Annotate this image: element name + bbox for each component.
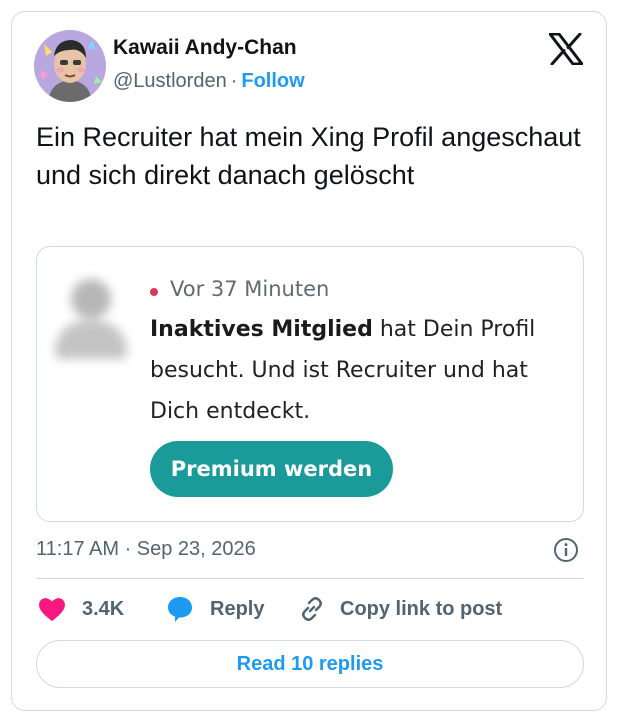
member-name: Inaktives Mitglied (150, 317, 373, 342)
read-replies-button[interactable]: Read 10 replies (36, 640, 584, 688)
blurred-profile-picture (49, 275, 131, 361)
link-icon (302, 597, 322, 621)
premium-button: Premium werden (150, 441, 393, 497)
copy-link-label: Copy link to post (340, 597, 503, 620)
attached-image[interactable]: Vor 37 Minuten Inaktives Mitglied hat De… (36, 246, 584, 522)
info-icon[interactable] (553, 537, 579, 563)
author-handle-row: @Lustlorden · Follow (113, 70, 305, 93)
like-button[interactable]: 3.4K (38, 594, 124, 624)
tweet-timestamp[interactable]: 11:17 AM · Sep 23, 2026 (36, 538, 256, 561)
heart-icon (39, 598, 65, 621)
reply-button[interactable]: Reply (166, 594, 264, 624)
tweet-text: Ein Recruiter hat mein Xing Profil anges… (36, 122, 581, 190)
unread-dot-icon (150, 288, 158, 296)
follow-button[interactable]: Follow (241, 70, 304, 92)
time-ago: Vor 37 Minuten (170, 277, 330, 301)
speech-bubble-icon (168, 597, 192, 622)
separator-dot: · (230, 70, 238, 92)
avatar[interactable] (34, 30, 106, 102)
notification-text: Inaktives Mitglied hat Dein Profil besuc… (150, 309, 580, 432)
author-handle[interactable]: @Lustlorden (113, 70, 227, 92)
copy-link-button[interactable]: Copy link to post (298, 594, 502, 624)
author-name[interactable]: Kawaii Andy-Chan (113, 36, 297, 60)
reply-label: Reply (210, 597, 265, 620)
like-count: 3.4K (82, 597, 125, 620)
divider (36, 578, 584, 579)
x-logo-icon[interactable] (548, 32, 584, 66)
